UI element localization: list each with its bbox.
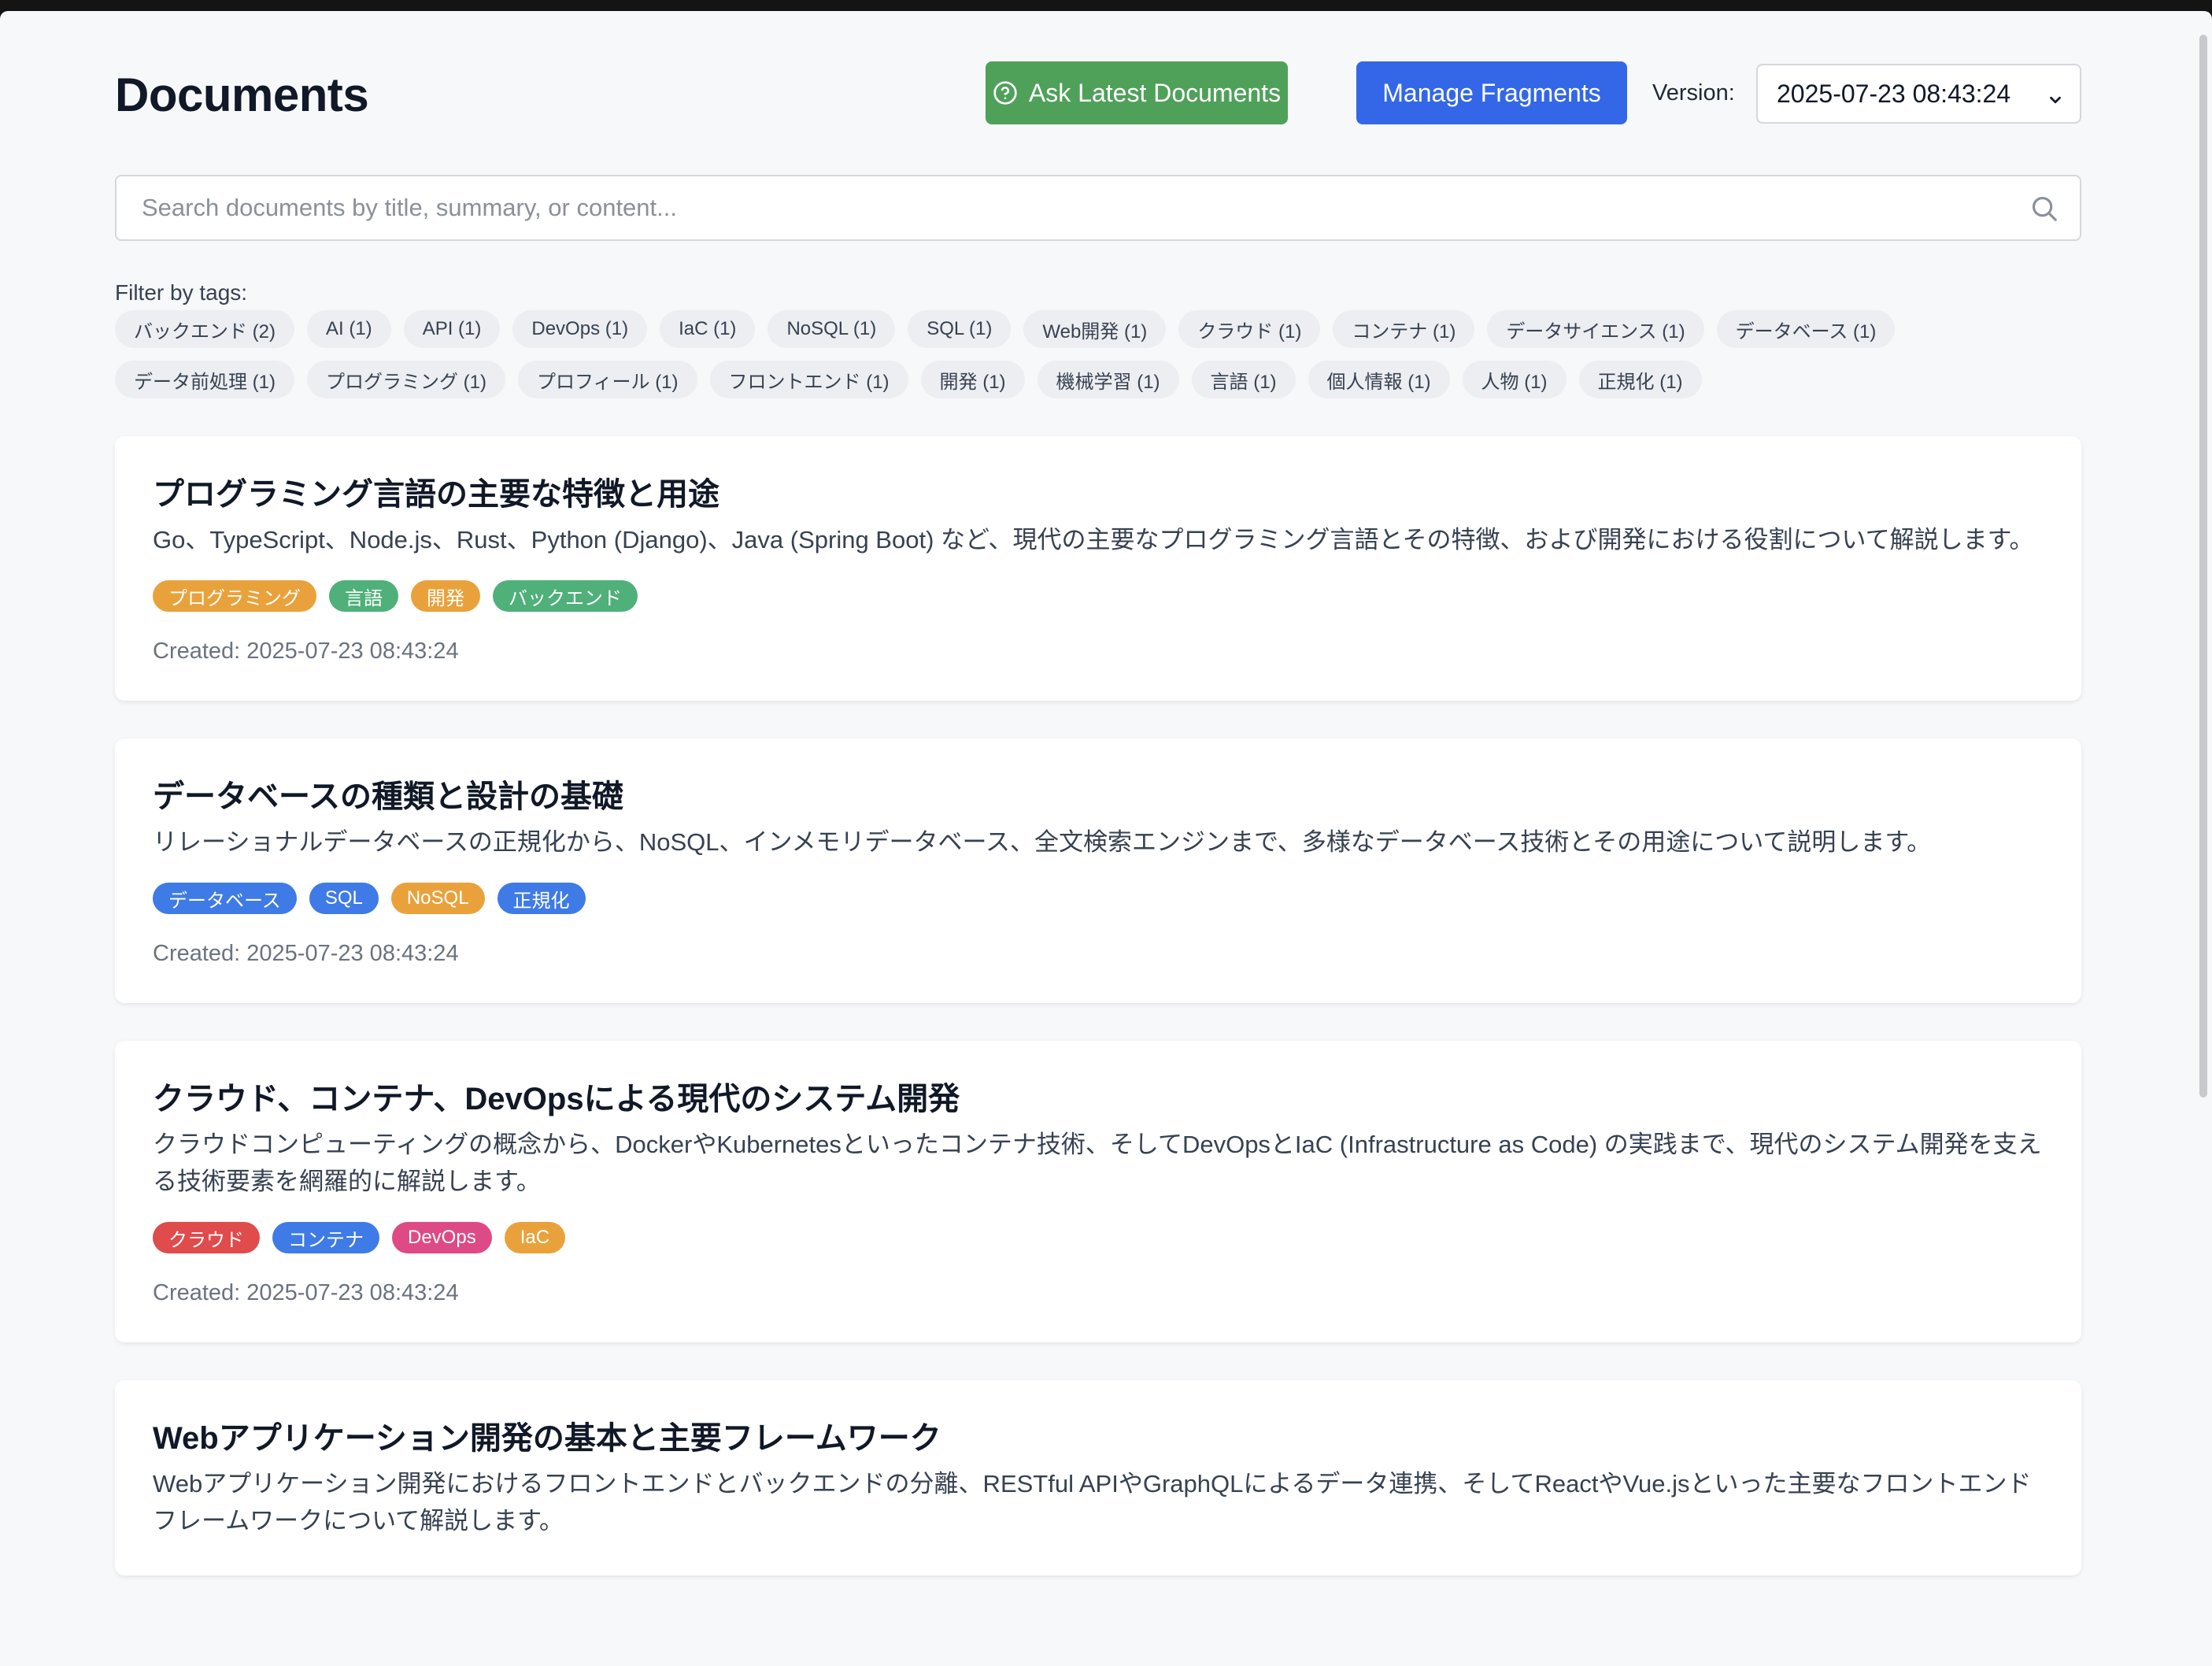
document-title[interactable]: Webアプリケーション開発の基本と主要フレームワーク: [153, 1416, 2044, 1461]
document-created-date: Created: 2025-07-23 08:43:24: [153, 1280, 459, 1305]
document-card[interactable]: データベースの種類と設計の基礎リレーショナルデータベースの正規化から、NoSQL…: [115, 739, 2081, 1003]
filter-label: Filter by tags:: [115, 280, 248, 305]
tag-filter-chip[interactable]: 言語 (1): [1191, 361, 1296, 398]
document-tag-badge[interactable]: クラウド: [153, 1222, 260, 1253]
tag-filter-list: バックエンド (2) AI (1) API (1) DevOps (1) IaC (1)…: [115, 310, 2081, 398]
search-icon[interactable]: [2029, 194, 2059, 228]
tag-filter-chip[interactable]: NoSQL (1): [768, 310, 896, 348]
document-card[interactable]: Webアプリケーション開発の基本と主要フレームワーク Webアプリケーション開発に…: [115, 1380, 2081, 1575]
document-summary: Go、TypeScript、Node.js、Rust、Python (Djang…: [153, 526, 2034, 553]
tag-filter-chip[interactable]: 機械学習 (1): [1037, 361, 1179, 398]
tag-filter-chip[interactable]: クラウド (1): [1178, 310, 1321, 348]
document-tag-badge[interactable]: バックエンド: [493, 580, 638, 612]
document-list: プログラミング言語の主要な特徴と用途 Go、TypeScript、Node.js、…: [115, 436, 2081, 1613]
ask-button-label: Ask Latest Documents: [1028, 78, 1282, 107]
document-created-date: Created: 2025-07-23 08:43:24: [153, 639, 459, 664]
document-card[interactable]: プログラミング言語の主要な特徴と用途 Go、TypeScript、Node.js、…: [115, 436, 2081, 701]
search-box: [115, 175, 2081, 241]
tag-filter-chip[interactable]: SQL (1): [908, 310, 1012, 348]
search-input[interactable]: [142, 176, 1992, 239]
tag-filter-chip[interactable]: プロフィール (1): [518, 361, 697, 398]
document-tag-badge[interactable]: 言語: [329, 580, 398, 612]
tag-filter-chip[interactable]: 開発 (1): [920, 361, 1025, 398]
tag-filter-chip[interactable]: データ前処理 (1): [115, 361, 294, 398]
page-header: Documents Ask Latest Documents Manage Fr…: [115, 11, 2081, 176]
tag-filter-chip[interactable]: データサイエンス (1): [1487, 310, 1704, 348]
document-tag-badge[interactable]: SQL: [309, 883, 379, 914]
tag-filter-chip[interactable]: 正規化 (1): [1578, 361, 1702, 398]
document-title[interactable]: クラウド、コンテナ、DevOpsによる現代のシステム開発: [153, 1077, 2044, 1121]
document-tags: データベース SQL NoSQL 正規化: [153, 883, 2044, 914]
tag-filter-chip[interactable]: API (1): [403, 310, 501, 348]
tag-filter-chip[interactable]: DevOps (1): [512, 310, 648, 348]
tag-filter-chip[interactable]: AI (1): [307, 310, 391, 348]
tag-filter-chip[interactable]: フロントエンド (1): [709, 361, 908, 398]
tag-filter-chip[interactable]: データベース (1): [1716, 310, 1896, 348]
version-label: Version:: [1652, 80, 1735, 106]
manage-fragments-button[interactable]: Manage Fragments: [1356, 61, 1627, 124]
tag-filter-chip[interactable]: 人物 (1): [1462, 361, 1567, 398]
tag-filter-chip[interactable]: 個人情報 (1): [1308, 361, 1450, 398]
app-window: Documents Ask Latest Documents Manage Fr…: [0, 11, 2212, 1666]
document-tag-badge[interactable]: NoSQL: [390, 883, 485, 914]
document-tag-badge[interactable]: IaC: [504, 1222, 566, 1253]
document-tags: プログラミング 言語 開発 バックエンド: [153, 580, 2044, 612]
document-card[interactable]: クラウド、コンテナ、DevOpsによる現代のシステム開発クラウドコンピューティン…: [115, 1041, 2081, 1342]
document-summary: Webアプリケーション開発におけるフロントエンドとバックエンドの分離、RESTf…: [153, 1470, 2032, 1535]
document-title[interactable]: プログラミング言語の主要な特徴と用途: [153, 472, 2044, 516]
version-value: 2025-07-23 08:43:24: [1777, 79, 2011, 108]
tag-filter-chip[interactable]: コンテナ (1): [1333, 310, 1475, 348]
ask-latest-documents-button[interactable]: Ask Latest Documents: [986, 61, 1288, 124]
document-tag-badge[interactable]: DevOps: [392, 1222, 492, 1253]
scrollbar[interactable]: [2199, 35, 2207, 1098]
document-tag-badge[interactable]: データベース: [153, 883, 297, 914]
version-select[interactable]: 2025-07-23 08:43:24: [1756, 64, 2081, 124]
tag-filter-chip[interactable]: バックエンド (2): [115, 310, 294, 348]
tag-filter-chip[interactable]: Web開発 (1): [1023, 310, 1167, 348]
main-container: Documents Ask Latest Documents Manage Fr…: [115, 11, 2081, 1575]
document-tag-badge[interactable]: コンテナ: [272, 1222, 379, 1253]
tag-filter-chip[interactable]: プログラミング (1): [307, 361, 505, 398]
help-circle-icon: [993, 80, 1018, 106]
document-tag-badge[interactable]: 開発: [411, 580, 480, 612]
tag-filter-chip[interactable]: IaC (1): [660, 310, 756, 348]
document-title[interactable]: データベースの種類と設計の基礎: [153, 775, 2044, 819]
document-tag-badge[interactable]: プログラミング: [153, 580, 316, 612]
document-summary: クラウドコンピューティングの概念から、DockerやKubernetesといった…: [153, 1131, 2042, 1195]
document-tag-badge[interactable]: 正規化: [497, 883, 586, 914]
document-summary: リレーショナルデータベースの正規化から、NoSQL、インメモリデータベース、全文…: [153, 828, 1932, 856]
chevron-down-icon: [2047, 86, 2064, 115]
document-created-date: Created: 2025-07-23 08:43:24: [153, 941, 459, 966]
page-title: Documents: [115, 68, 369, 121]
document-tags: クラウド コンテナ DevOps IaC: [153, 1222, 2044, 1253]
